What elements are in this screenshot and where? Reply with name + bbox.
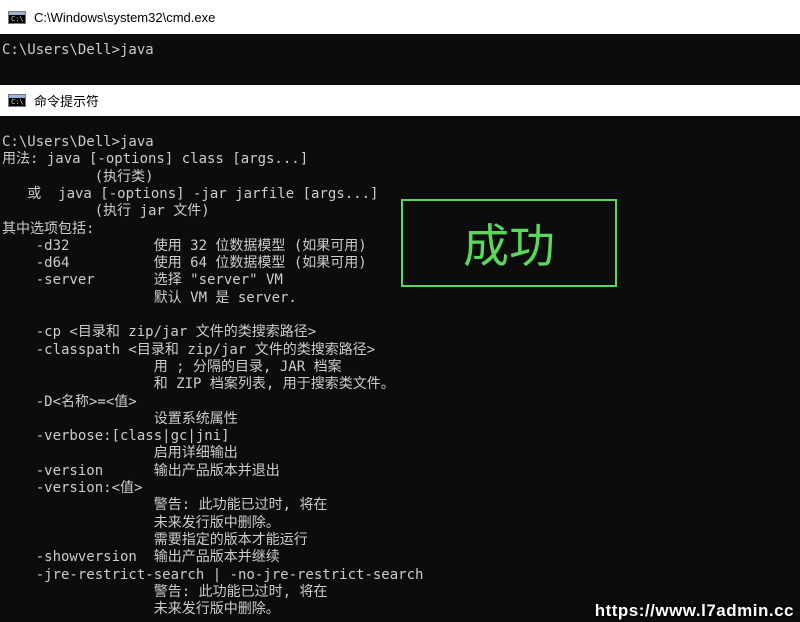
terminal-line: -version 输出产品版本并退出 — [2, 462, 280, 479]
success-annotation-box: 成功 — [401, 199, 617, 287]
terminal-line: C:\Users\Dell>java — [2, 42, 154, 58]
cmd-icon: C:\ — [8, 10, 26, 24]
terminal-line: 设置系统属性 — [2, 410, 238, 427]
window2-titlebar[interactable]: C:\ 命令提示符 — [0, 85, 800, 116]
terminal-line: -version:<值> — [2, 480, 143, 496]
window2-title: 命令提示符 — [34, 94, 100, 109]
terminal-line: -classpath <目录和 zip/jar 文件的类搜索路径> — [2, 341, 376, 358]
terminal-line: 和 ZIP 档案列表, 用于搜索类文件。 — [2, 376, 395, 393]
terminal-line: 或 java [-options] -jar jarfile [args...] — [2, 185, 379, 202]
watermark: https://www.l7admin.cc — [594, 601, 794, 620]
window1-terminal[interactable]: C:\Users\Dell>java — [0, 34, 800, 85]
terminal-line: -jre-restrict-search | -no-jre-restrict-… — [2, 566, 424, 583]
terminal-line: 警告: 此功能已过时, 将在 — [2, 583, 328, 600]
terminal-line: C:\Users\Dell>java — [2, 134, 154, 150]
terminal-line: -showversion 输出产品版本并继续 — [2, 549, 280, 566]
terminal-line: 未来发行版中删除。 — [2, 601, 280, 618]
window2-terminal[interactable]: C:\Users\Dell>java 用法: java [-options] cl… — [0, 116, 800, 622]
terminal-line: (执行类) — [2, 168, 154, 185]
terminal-line: -server 选择 "server" VM — [2, 272, 283, 289]
terminal-line: 警告: 此功能已过时, 将在 — [2, 497, 328, 514]
terminal-line: 用 ; 分隔的目录, JAR 档案 — [2, 358, 342, 375]
terminal-line: 启用详细输出 — [2, 445, 238, 462]
window1-titlebar[interactable]: C:\ C:\Windows\system32\cmd.exe — [0, 0, 800, 34]
window1-title: C:\Windows\system32\cmd.exe — [34, 9, 216, 25]
terminal-line: -verbose:[class|gc|jni] — [2, 428, 230, 445]
success-annotation-text: 成功 — [463, 219, 555, 273]
cmd-icon: C:\ — [8, 94, 26, 107]
terminal-line: 默认 VM 是 server. — [2, 289, 297, 306]
terminal-line: (执行 jar 文件) — [2, 203, 210, 220]
terminal-line: 用法: java [-options] class [args...] — [2, 151, 309, 168]
terminal-line: 其中选项包括: — [2, 220, 95, 237]
terminal-line: -d32 使用 32 位数据模型 (如果可用) — [2, 237, 367, 254]
terminal-line: -cp <目录和 zip/jar 文件的类搜索路径> — [2, 324, 317, 341]
terminal-line: 需要指定的版本才能运行 — [2, 531, 308, 548]
terminal-line: 未来发行版中删除。 — [2, 514, 280, 531]
terminal-line: -d64 使用 64 位数据模型 (如果可用) — [2, 255, 367, 272]
terminal-line: -D<名称>=<值> — [2, 393, 137, 410]
